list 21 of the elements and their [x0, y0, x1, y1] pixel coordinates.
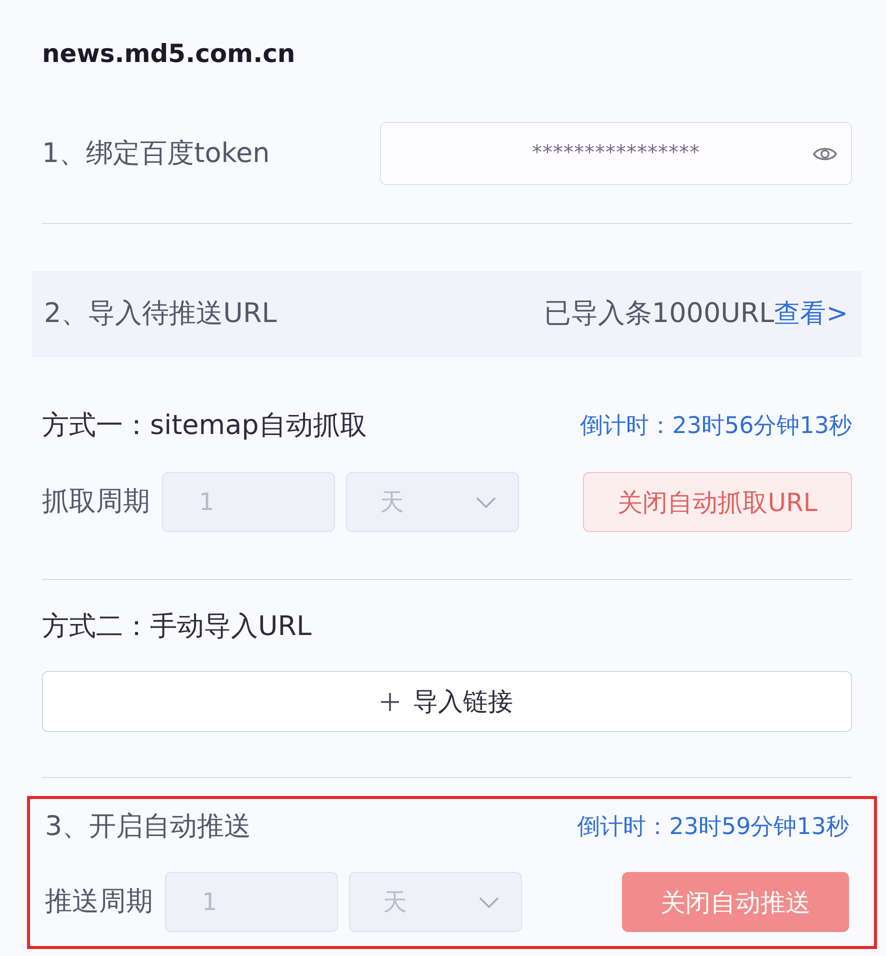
token-value: ****************: [532, 140, 700, 164]
plus-icon: [381, 692, 399, 710]
push-title: 3、开启自动推送: [45, 810, 252, 844]
period-label: 抓取周期: [42, 485, 150, 519]
chevron-down-icon: [476, 496, 496, 508]
countdown-text: 倒计时：23时56分钟13秒: [580, 412, 852, 441]
method-title: 方式一：sitemap自动抓取: [42, 409, 367, 443]
import-count: 已导入条1000URL: [544, 297, 774, 331]
view-link[interactable]: 查看>: [774, 296, 848, 332]
eye-icon[interactable]: [813, 146, 837, 162]
method-title: 方式二：手动导入URL: [42, 610, 312, 644]
chevron-down-icon: [479, 896, 499, 908]
unit-value: 天: [380, 487, 404, 518]
unit-value: 天: [383, 887, 407, 918]
period-label: 推送周期: [45, 885, 153, 919]
token-input-field[interactable]: ****************: [380, 122, 852, 185]
countdown-text: 倒计时：23时59分钟13秒: [577, 813, 849, 842]
token-label: 1、绑定百度token: [42, 136, 270, 170]
site-title: news.md5.com.cn: [42, 38, 296, 70]
import-links-button[interactable]: 导入链接: [42, 671, 852, 732]
import-label: 2、导入待推送URL: [44, 297, 277, 331]
